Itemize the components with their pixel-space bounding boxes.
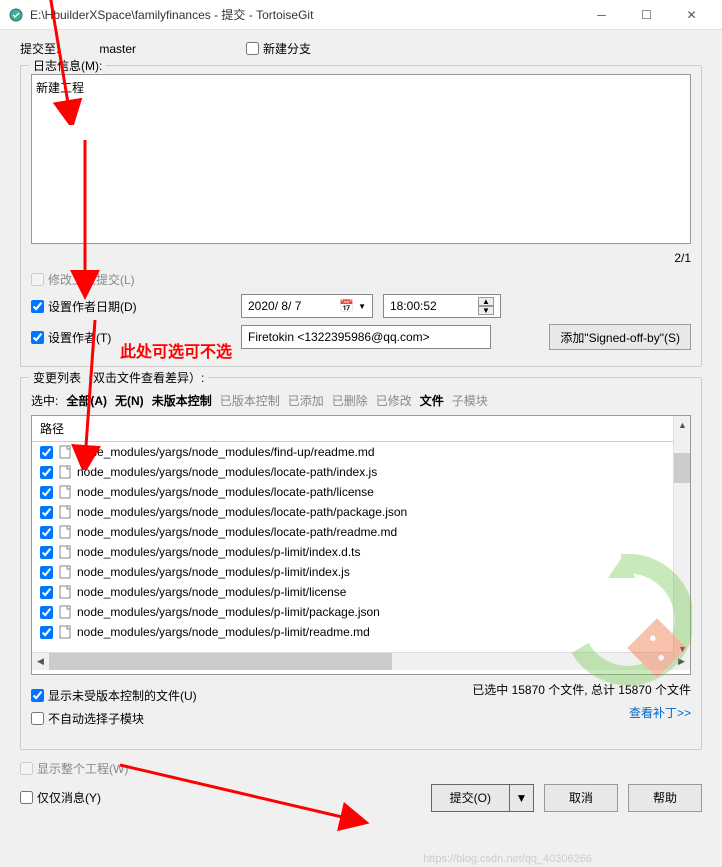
message-only-label: 仅仅消息(Y)	[37, 789, 101, 806]
set-date-label: 设置作者日期(D)	[48, 298, 137, 315]
time-down-button[interactable]: ▼	[478, 306, 494, 315]
scroll-up-icon[interactable]: ▲	[674, 416, 691, 433]
file-path: node_modules/yargs/node_modules/p-limit/…	[77, 545, 361, 559]
file-checkbox[interactable]	[40, 626, 53, 639]
time-up-button[interactable]: ▲	[478, 297, 494, 306]
file-path: node_modules/yargs/node_modules/locate-p…	[77, 485, 374, 499]
commit-message-textarea[interactable]: 新建工程	[31, 74, 691, 244]
file-icon	[57, 604, 73, 620]
author-input[interactable]: Firetokin <1322395986@qq.com>	[241, 325, 491, 349]
set-date-checkbox[interactable]	[31, 300, 44, 313]
filter-files[interactable]: 文件	[420, 392, 444, 409]
filter-unversioned[interactable]: 未版本控制	[152, 392, 212, 409]
time-input[interactable]: 18:00:52 ▲ ▼	[383, 294, 501, 318]
file-row[interactable]: node_modules/yargs/node_modules/locate-p…	[32, 522, 690, 542]
cancel-button[interactable]: 取消	[544, 784, 618, 812]
file-checkbox[interactable]	[40, 606, 53, 619]
minimize-button[interactable]: ─	[579, 0, 624, 30]
commit-dropdown-button[interactable]: ▼	[510, 784, 534, 812]
url-watermark: https://blog.csdn.net/qq_40306266	[423, 853, 592, 865]
file-path: node_modules/yargs/node_modules/find-up/…	[77, 445, 375, 459]
file-path: node_modules/yargs/node_modules/locate-p…	[77, 465, 377, 479]
filter-none[interactable]: 无(N)	[115, 392, 144, 409]
branch-name: master	[99, 42, 136, 56]
file-row[interactable]: node_modules/yargs/node_modules/find-up/…	[32, 442, 690, 462]
file-checkbox[interactable]	[40, 586, 53, 599]
set-author-checkbox[interactable]	[31, 331, 44, 344]
no-auto-submodule-checkbox[interactable]	[31, 712, 44, 725]
show-whole-project-checkbox[interactable]	[20, 762, 33, 775]
file-checkbox[interactable]	[40, 466, 53, 479]
file-checkbox[interactable]	[40, 486, 53, 499]
char-counter: 2/1	[31, 251, 691, 265]
file-path: node_modules/yargs/node_modules/p-limit/…	[77, 565, 350, 579]
file-checkbox[interactable]	[40, 566, 53, 579]
signed-off-button[interactable]: 添加"Signed-off-by"(S)	[549, 324, 691, 350]
file-icon	[57, 584, 73, 600]
scroll-left-icon[interactable]: ◀	[32, 653, 49, 670]
filter-submodules[interactable]: 子模块	[452, 392, 488, 409]
close-button[interactable]: ✕	[669, 0, 714, 30]
maximize-button[interactable]: ☐	[624, 0, 669, 30]
file-path: node_modules/yargs/node_modules/p-limit/…	[77, 625, 370, 639]
amend-checkbox[interactable]	[31, 273, 44, 286]
log-message-fieldset: 日志信息(M): 新建工程 2/1 修改上次提交(L) 设置作者日期(D) 20…	[20, 65, 702, 367]
file-checkbox[interactable]	[40, 446, 53, 459]
file-icon	[57, 524, 73, 540]
log-fieldset-title: 日志信息(M):	[29, 57, 106, 74]
new-branch-label: 新建分支	[263, 40, 311, 57]
date-input[interactable]: 2020/ 8/ 7 📅 ▼	[241, 294, 373, 318]
filter-deleted[interactable]: 已删除	[332, 392, 368, 409]
file-row[interactable]: node_modules/yargs/node_modules/locate-p…	[32, 462, 690, 482]
no-auto-submodule-label: 不自动选择子模块	[48, 710, 144, 727]
new-branch-checkbox[interactable]	[246, 42, 259, 55]
window-title: E:\HbuilderXSpace\familyfinances - 提交 - …	[30, 6, 579, 23]
file-path: node_modules/yargs/node_modules/locate-p…	[77, 505, 407, 519]
select-label: 选中:	[31, 392, 58, 409]
message-only-checkbox[interactable]	[20, 791, 33, 804]
file-path: node_modules/yargs/node_modules/p-limit/…	[77, 585, 346, 599]
file-icon	[57, 484, 73, 500]
show-whole-project-label: 显示整个工程(W)	[37, 760, 128, 777]
file-path: node_modules/yargs/node_modules/p-limit/…	[77, 605, 380, 619]
filter-all[interactable]: 全部(A)	[66, 392, 107, 409]
file-checkbox[interactable]	[40, 506, 53, 519]
file-checkbox[interactable]	[40, 546, 53, 559]
view-patch-link[interactable]: 查看补丁>>	[472, 704, 691, 721]
filter-added[interactable]: 已添加	[288, 392, 324, 409]
column-path: 路径	[40, 420, 64, 437]
file-row[interactable]: node_modules/yargs/node_modules/locate-p…	[32, 482, 690, 502]
show-unversioned-label: 显示未受版本控制的文件(U)	[48, 687, 197, 704]
filter-versioned[interactable]: 已版本控制	[220, 392, 280, 409]
calendar-icon[interactable]: 📅	[339, 299, 354, 313]
file-row[interactable]: node_modules/yargs/node_modules/locate-p…	[32, 502, 690, 522]
titlebar: E:\HbuilderXSpace\familyfinances - 提交 - …	[0, 0, 722, 30]
file-icon	[57, 464, 73, 480]
changes-fieldset-title: 变更列表（双击文件查看差异）:	[29, 369, 208, 386]
file-icon	[57, 544, 73, 560]
help-button[interactable]: 帮助	[628, 784, 702, 812]
file-icon	[57, 444, 73, 460]
app-icon	[8, 7, 24, 23]
amend-label: 修改上次提交(L)	[48, 271, 135, 288]
show-unversioned-checkbox[interactable]	[31, 689, 44, 702]
dropdown-icon[interactable]: ▼	[358, 302, 366, 311]
commit-button[interactable]: 提交(O)	[431, 784, 510, 812]
filter-modified[interactable]: 已修改	[376, 392, 412, 409]
set-author-label: 设置作者(T)	[48, 329, 111, 346]
commit-to-label: 提交至:	[20, 40, 59, 57]
file-path: node_modules/yargs/node_modules/locate-p…	[77, 525, 397, 539]
file-icon	[57, 504, 73, 520]
file-icon	[57, 624, 73, 640]
watermark-logo	[552, 550, 692, 690]
file-icon	[57, 564, 73, 580]
file-checkbox[interactable]	[40, 526, 53, 539]
file-list-header[interactable]: 路径	[32, 416, 690, 442]
